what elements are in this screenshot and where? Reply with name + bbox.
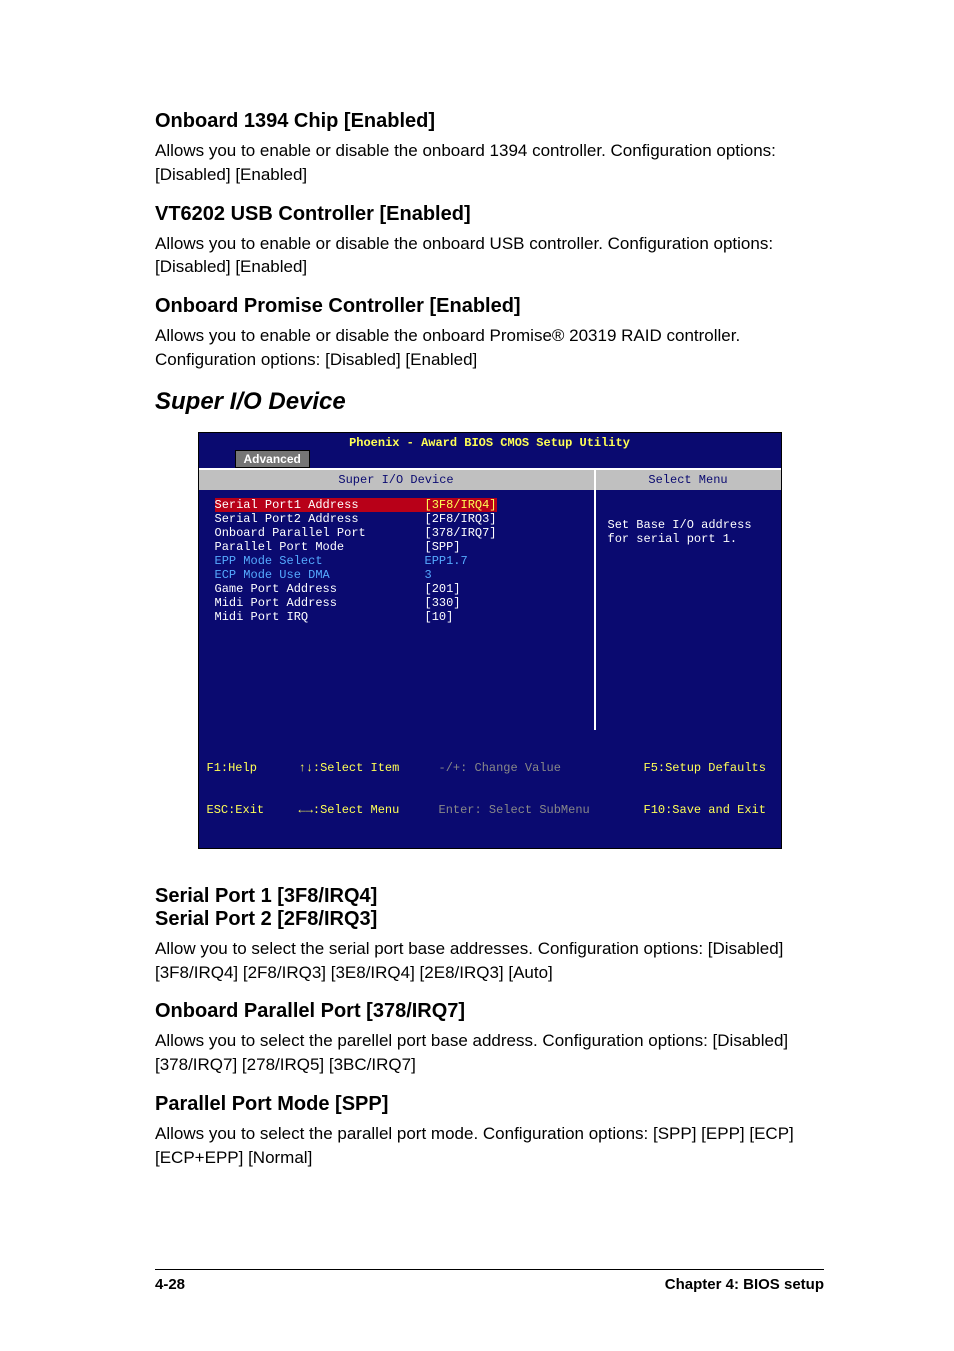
bios-help-text: Set Base I/O address for serial port 1. <box>608 518 769 546</box>
bios-row-label[interactable]: Midi Port IRQ <box>215 610 425 624</box>
bios-key-select-menu: ←→:Select Menu <box>299 803 439 817</box>
bios-row-label[interactable]: Onboard Parallel Port <box>215 526 425 540</box>
page-footer: 4-28 Chapter 4: BIOS setup <box>155 1269 824 1293</box>
bios-row-label[interactable]: Game Port Address <box>215 582 425 596</box>
bios-row-label: ECP Mode Use DMA <box>215 568 425 582</box>
bios-row-value: [330] <box>425 596 461 610</box>
body-vt6202-usb: Allows you to enable or disable the onbo… <box>155 232 824 280</box>
heading-super-io-device: Super I/O Device <box>155 388 824 416</box>
bios-key-help: F1:Help <box>207 761 299 775</box>
bios-row-label[interactable]: Parallel Port Mode <box>215 540 425 554</box>
bios-row-label: EPP Mode Select <box>215 554 425 568</box>
bios-row-value: 3 <box>425 568 432 582</box>
body-parallel-port-mode: Allows you to select the parallel port m… <box>155 1122 824 1170</box>
bios-row-value: EPP1.7 <box>425 554 468 568</box>
page-number: 4-28 <box>155 1276 185 1293</box>
chapter-title: Chapter 4: BIOS setup <box>665 1276 824 1293</box>
bios-key-defaults: F5:Setup Defaults <box>644 761 773 775</box>
bios-settings-list: Serial Port1 Address [3F8/IRQ4] Serial P… <box>199 490 594 730</box>
bios-row-value: [3F8/IRQ4] <box>425 498 497 512</box>
heading-serial-port-2: Serial Port 2 [2F8/IRQ3] <box>155 908 824 931</box>
bios-key-select-item: ↑↓:Select Item <box>299 761 439 775</box>
body-serial-ports: Allow you to select the serial port base… <box>155 937 824 985</box>
bios-row-value: [SPP] <box>425 540 461 554</box>
body-onboard-1394: Allows you to enable or disable the onbo… <box>155 139 824 187</box>
heading-serial-port-1: Serial Port 1 [3F8/IRQ4] <box>155 885 824 908</box>
bios-row-label[interactable]: Serial Port2 Address <box>215 512 425 526</box>
body-onboard-promise: Allows you to enable or disable the onbo… <box>155 324 824 372</box>
heading-parallel-port-mode: Parallel Port Mode [SPP] <box>155 1093 824 1116</box>
bios-key-change-value: -/+: Change Value <box>439 761 644 775</box>
bios-row-label[interactable]: Midi Port Address <box>215 596 425 610</box>
body-onboard-parallel-port: Allows you to select the parellel port b… <box>155 1029 824 1077</box>
bios-row-label[interactable]: Serial Port1 Address <box>215 498 425 512</box>
bios-row-value: [201] <box>425 582 461 596</box>
bios-key-save-exit: F10:Save and Exit <box>644 803 773 817</box>
bios-key-exit: ESC:Exit <box>207 803 299 817</box>
heading-vt6202-usb: VT6202 USB Controller [Enabled] <box>155 203 824 226</box>
bios-help-title: Select Menu <box>596 470 781 490</box>
bios-tab-advanced: Advanced <box>235 450 310 468</box>
bios-row-value: [2F8/IRQ3] <box>425 512 497 526</box>
bios-row-value: [378/IRQ7] <box>425 526 497 540</box>
heading-onboard-promise: Onboard Promise Controller [Enabled] <box>155 295 824 318</box>
bios-row-value: [10] <box>425 610 454 624</box>
bios-panel-title: Super I/O Device <box>199 470 594 490</box>
bios-screenshot: Phoenix - Award BIOS CMOS Setup Utility … <box>198 432 782 849</box>
bios-footer-keys: F1:Help ESC:Exit ↑↓:Select Item ←→:Selec… <box>199 730 781 848</box>
bios-help-panel: Set Base I/O address for serial port 1. <box>594 490 781 730</box>
bios-key-submenu: Enter: Select SubMenu <box>439 803 644 817</box>
heading-onboard-1394: Onboard 1394 Chip [Enabled] <box>155 110 824 133</box>
bios-title: Phoenix - Award BIOS CMOS Setup Utility <box>199 433 781 450</box>
heading-onboard-parallel-port: Onboard Parallel Port [378/IRQ7] <box>155 1000 824 1023</box>
